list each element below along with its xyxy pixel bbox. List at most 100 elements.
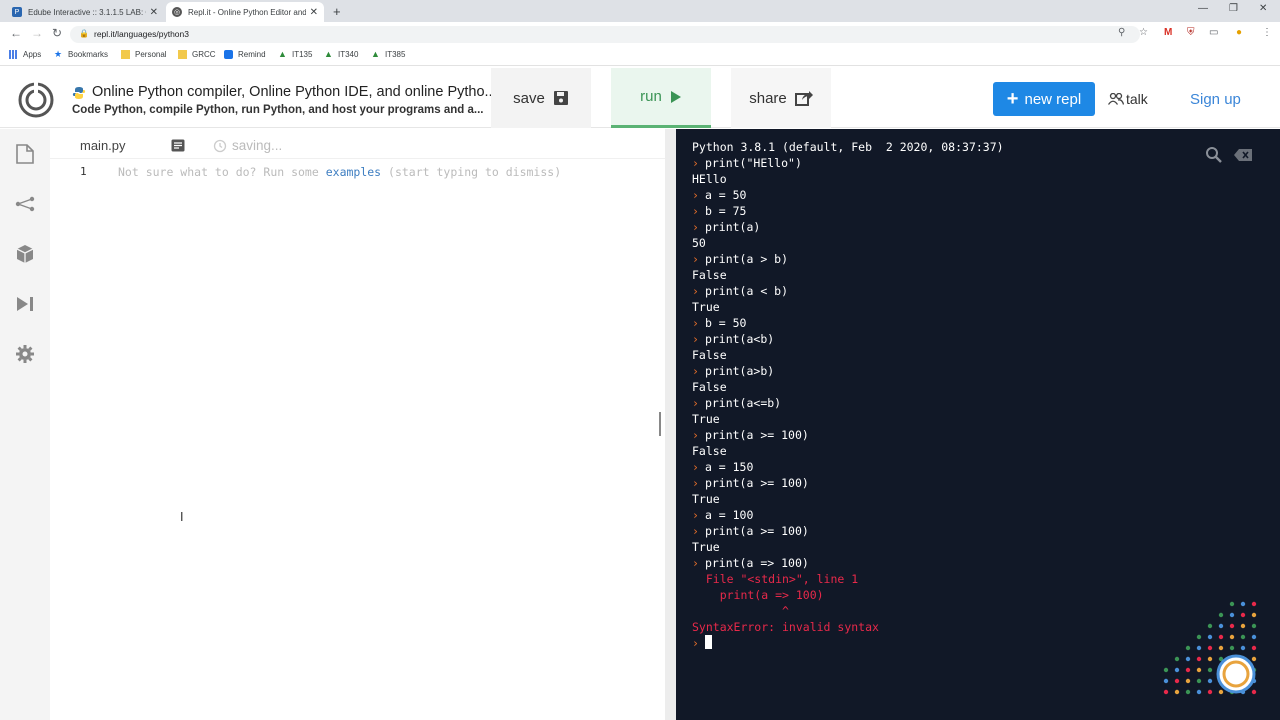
save-status: saving... <box>232 138 283 153</box>
console-input-cursor[interactable] <box>704 635 712 649</box>
sign-up-link[interactable]: Sign up <box>1190 91 1241 108</box>
share-nodes-icon[interactable] <box>15 194 35 214</box>
new-tab-icon[interactable]: + <box>333 4 341 19</box>
extension-icon[interactable]: ⛨ <box>1187 27 1195 38</box>
console-text: print("HEllo") <box>704 156 802 170</box>
plus-icon: + <box>1006 87 1019 110</box>
watermark-dot <box>1218 634 1224 640</box>
watermark-dot <box>1207 678 1213 684</box>
console-input-line: › print(a >= 100) <box>692 475 809 491</box>
minimize-icon[interactable]: — <box>1198 3 1208 14</box>
console-text: SyntaxError: invalid syntax <box>692 620 879 634</box>
examples-link[interactable]: examples <box>326 165 381 179</box>
watermark-dot <box>1185 678 1191 684</box>
menu-icon[interactable]: ⋮ <box>1262 27 1272 38</box>
settings-icon[interactable] <box>15 344 35 364</box>
bookmark-it340[interactable]: ▲ IT340 <box>324 50 359 60</box>
folder-icon <box>121 50 130 59</box>
console-text: b = 75 <box>704 204 747 218</box>
profile-avatar[interactable]: ● <box>1236 27 1242 38</box>
run-button[interactable]: run <box>611 68 711 128</box>
bookmark-personal[interactable]: Personal <box>121 50 167 59</box>
prompt-chevron-icon: › <box>692 364 699 378</box>
address-bar[interactable]: 🔒 repl.it/languages/python3 <box>70 26 1140 43</box>
prompt-chevron-icon: › <box>692 284 699 298</box>
talk-link[interactable]: talk <box>1107 91 1148 107</box>
console-text: print(a<=b) <box>704 396 782 410</box>
forward-icon[interactable]: → <box>31 26 43 40</box>
back-icon[interactable]: ← <box>10 26 22 40</box>
search-icon[interactable] <box>1205 146 1223 164</box>
watermark-dot <box>1207 623 1213 629</box>
close-tab-icon[interactable]: ✕ <box>310 7 318 18</box>
code-editor[interactable] <box>50 129 665 720</box>
watermark-dot <box>1174 667 1180 673</box>
watermark-dot <box>1218 612 1224 618</box>
bookmark-it135[interactable]: ▲ IT135 <box>278 50 313 60</box>
page-title: Online Python compiler, Online Python ID… <box>92 84 497 100</box>
files-icon[interactable] <box>15 144 35 164</box>
left-sidebar <box>0 129 50 720</box>
watermark-dot <box>1251 689 1257 695</box>
watermark-dot <box>1196 645 1202 651</box>
save-button[interactable]: save <box>491 68 591 128</box>
bookmark-star-icon[interactable]: ☆ <box>1139 27 1148 38</box>
console-output-line: 50 <box>692 235 706 251</box>
console-output-line: False <box>692 379 727 395</box>
bookmark-label: IT135 <box>292 50 313 59</box>
bookmark-label: IT340 <box>338 50 359 59</box>
watermark-dot <box>1240 645 1246 651</box>
bookmark-label: GRCC <box>192 50 216 59</box>
share-button[interactable]: share <box>731 68 831 128</box>
close-tab-icon[interactable]: ✕ <box>150 7 158 18</box>
watermark-dot <box>1251 634 1257 640</box>
bookmark-it385[interactable]: ▲ IT385 <box>371 50 405 60</box>
bookmark-label: Remind <box>238 50 266 59</box>
new-repl-button[interactable]: + new repl <box>993 82 1095 116</box>
prompt-chevron-icon: › <box>692 428 699 442</box>
zoom-icon[interactable]: ⚲ <box>1118 27 1125 38</box>
url-text: repl.it/languages/python3 <box>94 29 189 39</box>
bookmark-bookmarks[interactable]: ★ Bookmarks <box>54 50 108 60</box>
people-icon <box>1107 92 1125 105</box>
share-label: share <box>749 89 787 107</box>
console-text: print(a >= 100) <box>704 476 809 490</box>
debugger-icon[interactable] <box>15 294 35 314</box>
console-output-line: True <box>692 491 720 507</box>
pane-splitter[interactable] <box>659 129 676 720</box>
console-text: Python 3.8.1 (default, Feb 2 2020, 08:37… <box>692 140 1004 154</box>
prompt-chevron-icon: › <box>692 332 699 346</box>
browser-tab-edube[interactable]: P Edube Interactive :: 3.1.1.5 LAB: C ✕ <box>6 2 164 22</box>
clear-console-icon[interactable] <box>1234 149 1252 161</box>
restore-icon[interactable]: ❐ <box>1229 3 1238 14</box>
file-tab-main-py[interactable]: main.py <box>80 138 126 153</box>
replit-logo-icon[interactable] <box>18 82 54 118</box>
extension-icon[interactable]: ▭ <box>1209 27 1218 38</box>
run-label: run <box>640 88 662 105</box>
console-output-line: True <box>692 539 720 555</box>
reload-icon[interactable]: ↻ <box>52 26 62 40</box>
bookmark-apps[interactable]: Apps <box>9 50 41 59</box>
editor-tab-bar <box>50 129 665 159</box>
bookmark-label: Personal <box>135 50 167 59</box>
console-text: ^ <box>692 604 789 618</box>
console-text: print(a<b) <box>704 332 775 346</box>
watermark-dot <box>1207 634 1213 640</box>
tab-title: Edube Interactive :: 3.1.1.5 LAB: C <box>28 7 146 17</box>
save-label: save <box>513 89 545 107</box>
bookmark-remind[interactable]: Remind <box>224 50 266 59</box>
watermark-dot <box>1240 623 1246 629</box>
prompt-chevron-icon: › <box>692 524 699 538</box>
window-close-icon[interactable]: ✕ <box>1259 3 1267 14</box>
browser-tab-replit[interactable]: ◎ Repl.it - Online Python Editor and ✕ <box>166 2 324 22</box>
gmail-extension-icon[interactable]: M <box>1164 27 1172 38</box>
watermark-dot <box>1251 645 1257 651</box>
package-icon[interactable] <box>15 244 35 264</box>
bookmark-grcc[interactable]: GRCC <box>178 50 216 59</box>
watermark-dot <box>1196 656 1202 662</box>
file-menu-icon[interactable] <box>171 139 185 152</box>
watermark-dot <box>1196 678 1202 684</box>
console-text: True <box>692 300 720 314</box>
watermark-dot <box>1229 634 1235 640</box>
watermark-dot <box>1218 645 1224 651</box>
